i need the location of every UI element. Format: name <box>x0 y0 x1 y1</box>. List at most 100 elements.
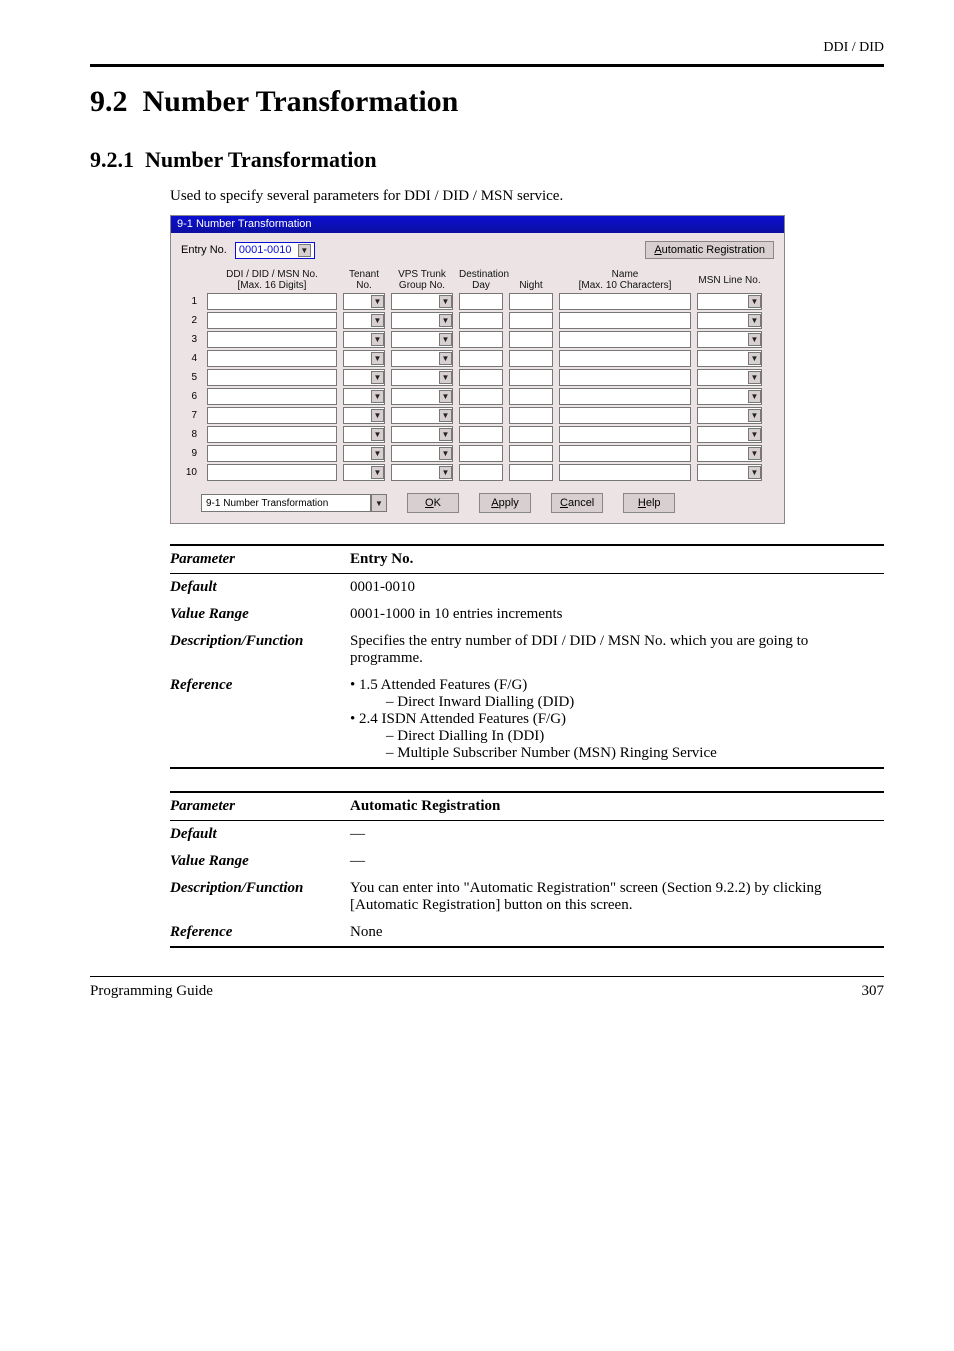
chevron-down-icon[interactable]: ▼ <box>748 390 761 403</box>
name-input[interactable] <box>559 350 691 367</box>
chevron-down-icon[interactable]: ▼ <box>298 244 311 257</box>
dest-day-input[interactable] <box>459 426 503 443</box>
ddi-input[interactable] <box>207 464 337 481</box>
msn-select[interactable]: ▼ <box>697 426 762 443</box>
dest-day-input[interactable] <box>459 388 503 405</box>
name-input[interactable] <box>559 407 691 424</box>
chevron-down-icon[interactable]: ▼ <box>748 352 761 365</box>
ddi-input[interactable] <box>207 445 337 462</box>
ddi-input[interactable] <box>207 312 337 329</box>
name-input[interactable] <box>559 293 691 310</box>
chevron-down-icon[interactable]: ▼ <box>439 466 452 479</box>
vps-select[interactable]: ▼ <box>391 331 453 348</box>
tenant-select[interactable]: ▼ <box>343 350 385 367</box>
name-input[interactable] <box>559 331 691 348</box>
ddi-input[interactable] <box>207 369 337 386</box>
dest-night-input[interactable] <box>509 350 553 367</box>
entry-no-select[interactable]: 0001-0010 ▼ <box>235 242 315 259</box>
dest-day-input[interactable] <box>459 293 503 310</box>
name-input[interactable] <box>559 369 691 386</box>
dest-day-input[interactable] <box>459 350 503 367</box>
msn-select[interactable]: ▼ <box>697 312 762 329</box>
chevron-down-icon[interactable]: ▼ <box>748 409 761 422</box>
help-button[interactable]: Help <box>623 493 675 513</box>
ok-button[interactable]: OK <box>407 493 459 513</box>
name-input[interactable] <box>559 464 691 481</box>
chevron-down-icon[interactable]: ▼ <box>371 352 384 365</box>
name-input[interactable] <box>559 312 691 329</box>
tenant-select[interactable]: ▼ <box>343 464 385 481</box>
vps-select[interactable]: ▼ <box>391 312 453 329</box>
chevron-down-icon[interactable]: ▼ <box>439 295 452 308</box>
vps-select[interactable]: ▼ <box>391 293 453 310</box>
chevron-down-icon[interactable]: ▼ <box>371 333 384 346</box>
dest-night-input[interactable] <box>509 464 553 481</box>
vps-select[interactable]: ▼ <box>391 464 453 481</box>
msn-select[interactable]: ▼ <box>697 293 762 310</box>
msn-select[interactable]: ▼ <box>697 350 762 367</box>
dest-night-input[interactable] <box>509 369 553 386</box>
msn-select[interactable]: ▼ <box>697 464 762 481</box>
msn-select[interactable]: ▼ <box>697 388 762 405</box>
chevron-down-icon[interactable]: ▼ <box>439 409 452 422</box>
chevron-down-icon[interactable]: ▼ <box>371 494 387 512</box>
tenant-select[interactable]: ▼ <box>343 388 385 405</box>
msn-select[interactable]: ▼ <box>697 369 762 386</box>
ddi-input[interactable] <box>207 407 337 424</box>
dest-night-input[interactable] <box>509 312 553 329</box>
chevron-down-icon[interactable]: ▼ <box>439 428 452 441</box>
cancel-button[interactable]: Cancel <box>551 493 603 513</box>
tenant-select[interactable]: ▼ <box>343 426 385 443</box>
dest-day-input[interactable] <box>459 312 503 329</box>
tenant-select[interactable]: ▼ <box>343 331 385 348</box>
apply-button[interactable]: Apply <box>479 493 531 513</box>
dest-night-input[interactable] <box>509 331 553 348</box>
dest-day-input[interactable] <box>459 445 503 462</box>
ddi-input[interactable] <box>207 426 337 443</box>
chevron-down-icon[interactable]: ▼ <box>371 466 384 479</box>
dest-night-input[interactable] <box>509 388 553 405</box>
chevron-down-icon[interactable]: ▼ <box>439 371 452 384</box>
chevron-down-icon[interactable]: ▼ <box>439 314 452 327</box>
chevron-down-icon[interactable]: ▼ <box>371 447 384 460</box>
chevron-down-icon[interactable]: ▼ <box>371 314 384 327</box>
chevron-down-icon[interactable]: ▼ <box>748 333 761 346</box>
tenant-select[interactable]: ▼ <box>343 293 385 310</box>
dest-day-input[interactable] <box>459 407 503 424</box>
name-input[interactable] <box>559 426 691 443</box>
dest-night-input[interactable] <box>509 445 553 462</box>
chevron-down-icon[interactable]: ▼ <box>748 295 761 308</box>
dest-day-input[interactable] <box>459 331 503 348</box>
chevron-down-icon[interactable]: ▼ <box>439 352 452 365</box>
chevron-down-icon[interactable]: ▼ <box>748 371 761 384</box>
chevron-down-icon[interactable]: ▼ <box>748 447 761 460</box>
chevron-down-icon[interactable]: ▼ <box>748 314 761 327</box>
ddi-input[interactable] <box>207 350 337 367</box>
vps-select[interactable]: ▼ <box>391 350 453 367</box>
chevron-down-icon[interactable]: ▼ <box>439 390 452 403</box>
ddi-input[interactable] <box>207 388 337 405</box>
dest-night-input[interactable] <box>509 293 553 310</box>
page-nav[interactable]: 9-1 Number Transformation ▼ <box>201 494 387 512</box>
chevron-down-icon[interactable]: ▼ <box>371 371 384 384</box>
tenant-select[interactable]: ▼ <box>343 312 385 329</box>
msn-select[interactable]: ▼ <box>697 407 762 424</box>
dest-day-input[interactable] <box>459 464 503 481</box>
msn-select[interactable]: ▼ <box>697 445 762 462</box>
ddi-input[interactable] <box>207 331 337 348</box>
automatic-registration-button[interactable]: Automatic Registration <box>645 241 774 259</box>
tenant-select[interactable]: ▼ <box>343 369 385 386</box>
dest-night-input[interactable] <box>509 407 553 424</box>
vps-select[interactable]: ▼ <box>391 407 453 424</box>
vps-select[interactable]: ▼ <box>391 388 453 405</box>
chevron-down-icon[interactable]: ▼ <box>371 295 384 308</box>
chevron-down-icon[interactable]: ▼ <box>439 333 452 346</box>
name-input[interactable] <box>559 445 691 462</box>
vps-select[interactable]: ▼ <box>391 369 453 386</box>
chevron-down-icon[interactable]: ▼ <box>371 428 384 441</box>
dest-night-input[interactable] <box>509 426 553 443</box>
tenant-select[interactable]: ▼ <box>343 407 385 424</box>
tenant-select[interactable]: ▼ <box>343 445 385 462</box>
chevron-down-icon[interactable]: ▼ <box>748 466 761 479</box>
chevron-down-icon[interactable]: ▼ <box>371 409 384 422</box>
